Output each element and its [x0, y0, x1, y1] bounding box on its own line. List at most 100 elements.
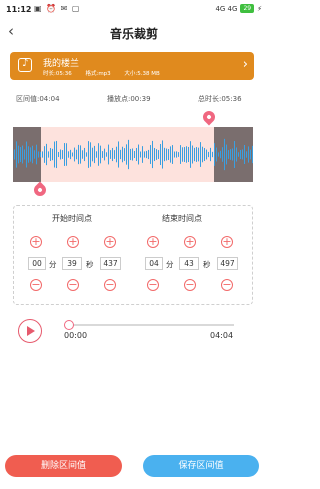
waveform-bar [172, 145, 173, 164]
start-sec-minus-button[interactable]: − [67, 279, 79, 291]
song-size: 大小:5.38 MB [124, 71, 160, 77]
waveform-bar [134, 150, 135, 159]
waveform-bar [30, 147, 31, 162]
start-min-plus-button[interactable]: + [30, 236, 42, 248]
range-value: 区间值:04:04 [16, 95, 60, 103]
waveform-bar [120, 149, 121, 160]
start-min-minus-button[interactable]: − [30, 279, 42, 291]
waveform-bars [14, 138, 253, 171]
waveform-bar [184, 147, 185, 162]
title-bar: ‹ 音乐裁剪 [0, 20, 268, 46]
waveform-bar [210, 147, 211, 162]
end-time-label: 结束时间点 [162, 214, 202, 223]
end-min-field[interactable]: 04 [145, 257, 163, 270]
waveform-bar [124, 148, 125, 161]
end-ms-field[interactable]: 497 [217, 257, 238, 270]
end-marker-icon[interactable] [200, 108, 218, 126]
start-ms-plus-button[interactable]: + [104, 236, 116, 248]
end-min-minus-button[interactable]: − [147, 279, 159, 291]
progress-thumb[interactable] [64, 320, 74, 330]
start-time-label: 开始时间点 [52, 214, 92, 223]
end-sec-plus-button[interactable]: + [184, 236, 196, 248]
waveform-bar [66, 143, 67, 166]
waveform[interactable] [13, 127, 253, 182]
waveform-bar [166, 148, 167, 161]
status-bar: 11:12 ▣ ⏰ ✉ ▢ 4G 4G 29 ⚡ [0, 0, 268, 20]
start-sec-field[interactable]: 39 [62, 257, 82, 270]
waveform-bar [54, 141, 55, 168]
waveform-bar [70, 149, 71, 160]
chevron-right-icon: › [242, 57, 248, 72]
status-right: 4G 4G 29 ⚡ [215, 4, 262, 13]
song-card[interactable]: ♪ 我的楼兰 时长:05:36 格式:mp3 大小:5.38 MB › [10, 52, 254, 80]
waveform-bar [188, 146, 189, 163]
waveform-bar [102, 151, 103, 158]
start-ms-field[interactable]: 437 [100, 257, 121, 270]
waveform-bar [168, 149, 169, 160]
waveform-bar [198, 147, 199, 162]
charging-icon: ⚡ [257, 4, 262, 13]
waveform-bar [68, 151, 69, 158]
music-note-icon: ♪ [18, 58, 32, 72]
progress-track[interactable] [68, 324, 234, 326]
waveform-bar [32, 145, 33, 164]
waveform-bar [116, 146, 117, 163]
waveform-bar [108, 144, 109, 165]
waveform-bar [252, 145, 253, 164]
waveform-bar [86, 152, 87, 157]
waveform-bar [48, 151, 49, 158]
delete-range-button[interactable]: 删除区间值 [5, 455, 122, 477]
waveform-bar [16, 141, 17, 168]
waveform-bar [130, 148, 131, 161]
waveform-bar [242, 149, 243, 160]
start-min-field[interactable]: 00 [28, 257, 46, 270]
waveform-bar [144, 151, 145, 158]
waveform-bar [56, 140, 57, 169]
waveform-bar [114, 150, 115, 159]
current-time: 00:00 [64, 331, 88, 340]
end-ms-minus-button[interactable]: − [221, 279, 233, 291]
waveform-bar [22, 145, 23, 164]
waveform-bar [140, 151, 141, 158]
waveform-bar [234, 141, 235, 168]
start-ms-minus-button[interactable]: − [104, 279, 116, 291]
waveform-bar [240, 149, 241, 160]
waveform-bar [122, 146, 123, 163]
waveform-bar [64, 143, 65, 166]
start-sec-plus-button[interactable]: + [67, 236, 79, 248]
total-duration: 总时长:05:36 [198, 95, 242, 103]
waveform-bar [176, 151, 177, 158]
song-format: 格式:mp3 [85, 71, 111, 77]
waveform-bar [94, 145, 95, 164]
play-button[interactable] [18, 319, 42, 343]
waveform-bar [136, 147, 137, 162]
end-sec-minus-button[interactable]: − [184, 279, 196, 291]
waveform-bar [84, 147, 85, 162]
waveform-bar [152, 140, 153, 169]
start-min-unit: 分 [49, 260, 57, 269]
end-ms-plus-button[interactable]: + [221, 236, 233, 248]
waveform-bar [180, 145, 181, 164]
waveform-bar [34, 150, 35, 159]
end-min-plus-button[interactable]: + [147, 236, 159, 248]
waveform-bar [78, 144, 79, 165]
waveform-bar [186, 146, 187, 163]
waveform-bar [104, 148, 105, 161]
waveform-bar [200, 142, 201, 167]
start-marker-icon[interactable] [31, 181, 49, 199]
waveform-bar [42, 151, 43, 158]
waveform-bar [214, 143, 215, 166]
waveform-bar [170, 146, 171, 163]
save-range-button[interactable]: 保存区间值 [143, 455, 259, 477]
waveform-bar [158, 150, 159, 159]
waveform-bar [202, 146, 203, 163]
song-meta: 时长:05:36 格式:mp3 大小:5.38 MB [43, 69, 172, 77]
waveform-bar [80, 145, 81, 164]
waveform-bar [194, 147, 195, 162]
end-sec-field[interactable]: 43 [179, 257, 199, 270]
waveform-bar [20, 147, 21, 162]
waveform-bar [206, 149, 207, 160]
waveform-bar [100, 145, 101, 164]
time-panel [13, 205, 253, 305]
waveform-bar [60, 149, 61, 160]
